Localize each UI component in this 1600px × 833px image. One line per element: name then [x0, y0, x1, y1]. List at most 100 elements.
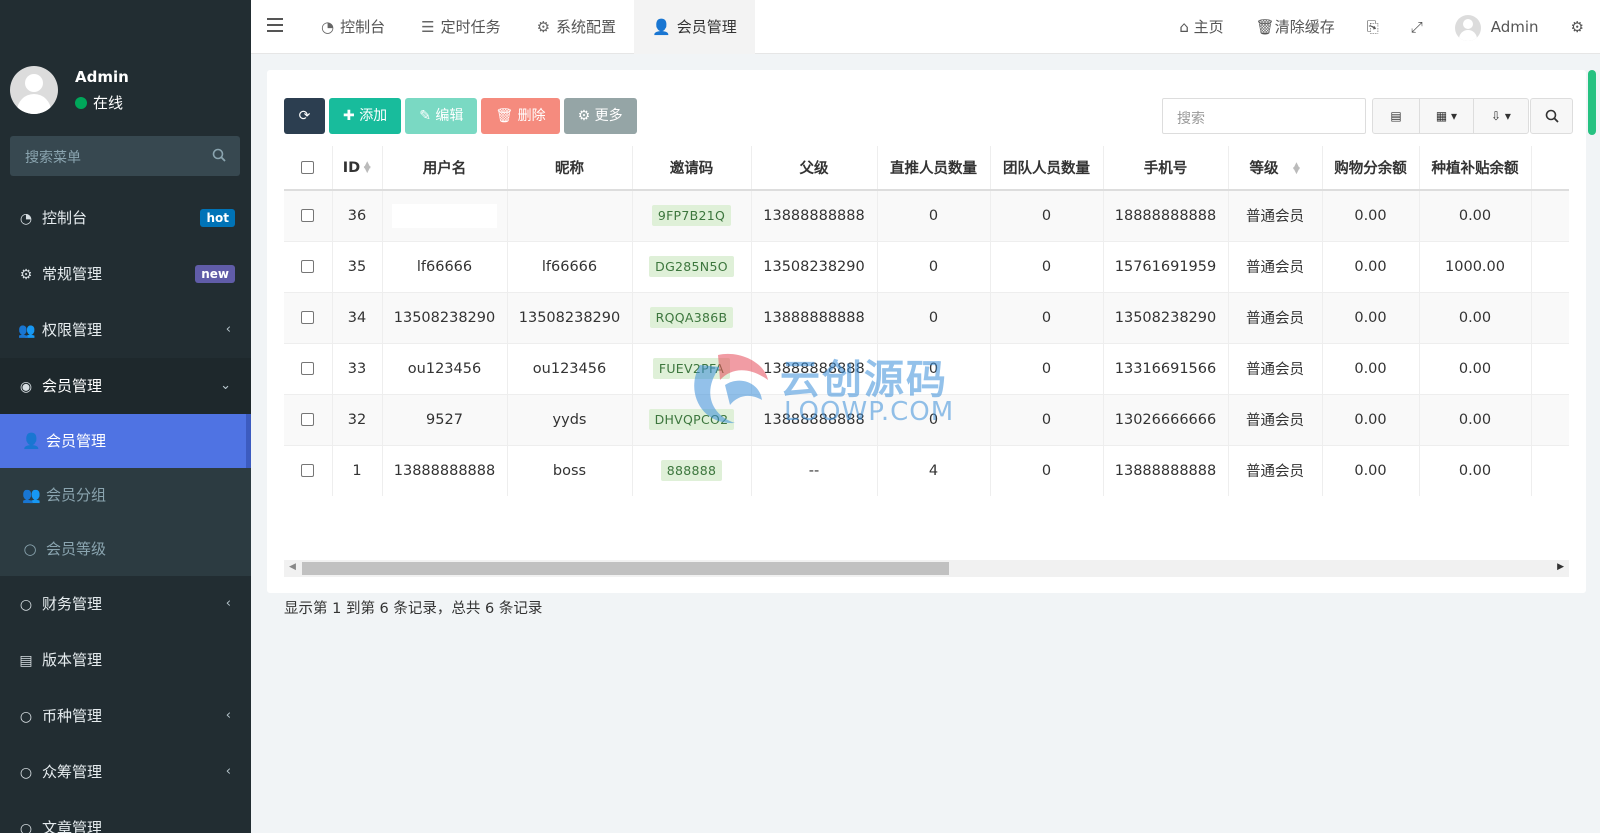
table-search-placeholder: 搜索 — [1177, 111, 1205, 127]
cell-level: 普通会员 — [1228, 342, 1323, 394]
sidebar-item-label: 会员分组 — [46, 486, 107, 504]
refresh-button[interactable]: ⟳ — [284, 98, 325, 134]
row-checkbox[interactable] — [301, 260, 315, 273]
tab-member[interactable]: 👤 会员管理 — [634, 0, 755, 54]
tasks-icon: ☰ — [421, 18, 435, 36]
clear-cache-label: 清除缓存 — [1274, 18, 1335, 36]
table-toolbar: ⟳ ✚ 添加 ✎ 编辑 🗑 删除 ⚙ 更多 — [284, 98, 637, 134]
scroll-right-icon[interactable]: ▶ — [1557, 562, 1564, 572]
fullscreen-button[interactable]: ⤢ — [1395, 0, 1439, 54]
home-link[interactable]: ⌂ 主页 — [1163, 0, 1239, 54]
tab-cron[interactable]: ☰ 定时任务 — [403, 0, 518, 54]
advanced-search-button[interactable] — [1530, 98, 1573, 134]
circle-icon: ○ — [19, 765, 33, 781]
sidebar-item-finance[interactable]: ○ 财务管理 ‹ — [0, 576, 251, 632]
pagination-info: 显示第 1 到第 6 条记录，总共 6 条记录 — [284, 601, 543, 617]
table-view-tools: ▤ ▦ ▾ ⇩ ▾ — [1372, 98, 1529, 134]
sidebar-item-dashboard[interactable]: ◔ 控制台 hot — [0, 190, 251, 246]
sidebar-item-version[interactable]: ▤ 版本管理 — [0, 632, 251, 688]
sidebar-item-member[interactable]: ◉ 会员管理 ⌄ — [0, 358, 251, 414]
content-panel: ⟳ ✚ 添加 ✎ 编辑 🗑 删除 ⚙ 更多 搜索 ▤ ▦ ▾ ⇩ ▾ ID ▲ ▼ … — [267, 70, 1586, 617]
sort-icon: ▲ ▼ — [1293, 161, 1300, 176]
table-row[interactable]: 35 lf66666 lf66666 DG285N5O 13508238290 0 0 157… — [284, 240, 1569, 292]
trash-icon: 🗑 — [495, 108, 518, 124]
vertical-scrollbar[interactable] — [1588, 70, 1596, 135]
col-id[interactable]: ID ▲ ▼ — [332, 146, 383, 191]
search-icon[interactable] — [212, 148, 226, 162]
hamburger-icon[interactable] — [267, 18, 283, 32]
row-checkbox[interactable] — [301, 209, 315, 223]
tab-dashboard[interactable]: ◔ 控制台 — [303, 0, 403, 54]
more-button[interactable]: ⚙ 更多 — [563, 98, 637, 134]
tab-config[interactable]: ⚙ 系统配置 — [519, 0, 634, 54]
scroll-left-icon[interactable]: ◀ — [289, 562, 296, 572]
select-all-checkbox[interactable] — [301, 161, 315, 174]
cell-parent: -- — [751, 444, 878, 496]
export-button[interactable]: ⇩ ▾ — [1474, 99, 1528, 133]
cell-code: 9FP7B21Q — [632, 189, 752, 241]
sidebar-item-article[interactable]: ○ 文章管理 — [0, 800, 251, 833]
cell-direct: 0 — [877, 291, 991, 343]
row-select-cell — [284, 291, 333, 343]
settings-button[interactable]: ⚙ — [1555, 0, 1600, 54]
table-row[interactable]: 33 ou123456 ou123456 FUEV2PFA 13888888888 0 0 1… — [284, 342, 1569, 394]
cogs-icon: ⚙ — [19, 267, 33, 283]
cell-parent: 13888888888 — [751, 189, 878, 241]
horizontal-scrollbar[interactable]: ◀ ▶ — [284, 560, 1569, 577]
users-icon: 👥 — [22, 486, 41, 504]
cell-level: 普通会员 — [1228, 189, 1323, 241]
cell-mobile: 13888888888 — [1103, 444, 1229, 496]
member-table: ID ▲ ▼ 用户名 昵称 邀请码 父级 直推人员数量 团队人员数量 手机号 等级 ▲… — [284, 146, 1569, 508]
avatar — [1454, 14, 1481, 41]
cell-username: lf66666 — [382, 240, 508, 292]
sidebar-item-general[interactable]: ⚙ 常规管理 new — [0, 246, 251, 302]
invite-code-badge: 9FP7B21Q — [651, 205, 732, 227]
invite-code-badge: 888888 — [660, 460, 723, 482]
table-body: 36 9FP7B21Q 13888888888 0 0 18888888888 普通会员 0.… — [284, 189, 1569, 496]
search-icon — [1545, 109, 1559, 123]
cell-id: 1 — [332, 444, 383, 496]
columns-button[interactable]: ▦ ▾ — [1420, 99, 1474, 133]
user-menu[interactable]: Admin — [1439, 0, 1555, 54]
sidebar-item-auth[interactable]: 👥 权限管理 ‹ — [0, 302, 251, 358]
col-level[interactable]: 等级 ▲ ▼ — [1228, 146, 1323, 191]
tab-label: 控制台 — [340, 18, 386, 36]
sidebar-item-currency[interactable]: ○ 币种管理 ‹ — [0, 688, 251, 744]
sidebar-subitem-member-group[interactable]: 👥 会员分组 — [0, 468, 251, 522]
more-label: 更多 — [594, 108, 623, 124]
table-search-input[interactable]: 搜索 — [1162, 98, 1366, 134]
cog-icon: ⚙ — [577, 108, 595, 124]
row-select-cell — [284, 444, 333, 496]
sidebar-subitem-member-manage[interactable]: 👤 会员管理 — [0, 414, 251, 468]
cell-username — [382, 189, 508, 241]
table-row[interactable]: 36 9FP7B21Q 13888888888 0 0 18888888888 普通会员 0.… — [284, 189, 1569, 241]
col-parent: 父级 — [751, 146, 878, 191]
add-button[interactable]: ✚ 添加 — [329, 98, 402, 134]
language-button[interactable]: ⎘ — [1351, 0, 1395, 54]
toggle-view-button[interactable]: ▤ — [1373, 99, 1420, 133]
row-checkbox[interactable] — [301, 413, 315, 426]
row-checkbox[interactable] — [301, 311, 315, 324]
cell-overflow — [1531, 240, 1569, 292]
table-row[interactable]: 32 9527 yyds DHVQPCO2 13888888888 0 0 130266666… — [284, 393, 1569, 445]
invite-code-badge: RQQA386B — [649, 307, 734, 328]
new-badge: new — [195, 265, 235, 283]
trash-icon: 🗑 — [1255, 18, 1275, 36]
edit-button[interactable]: ✎ 编辑 — [405, 98, 478, 134]
fullscreen-icon: ⤢ — [1410, 18, 1423, 36]
cell-overflow — [1531, 393, 1569, 445]
delete-button[interactable]: 🗑 删除 — [481, 98, 560, 134]
row-checkbox[interactable] — [301, 464, 315, 478]
table-row[interactable]: 34 13508238290 13508238290 RQQA386B 13888888… — [284, 291, 1569, 343]
row-checkbox[interactable] — [301, 362, 315, 375]
table-row[interactable]: 1 13888888888 boss 888888 -- 4 0 13888888888 普通会… — [284, 444, 1569, 496]
sidebar-item-crowdfund[interactable]: ○ 众筹管理 ‹ — [0, 744, 251, 800]
scrollbar-thumb[interactable] — [302, 562, 949, 575]
clear-cache-button[interactable]: 🗑清除缓存 — [1240, 0, 1351, 54]
add-label: 添加 — [359, 108, 388, 124]
edit-label: 编辑 — [435, 108, 464, 124]
download-icon: ⇩ ▾ — [1491, 109, 1511, 123]
chevron-left-icon: ‹ — [225, 708, 231, 723]
menu-search-input[interactable]: 搜索菜单 — [10, 136, 240, 176]
sidebar-subitem-member-level[interactable]: ○ 会员等级 — [0, 522, 251, 576]
